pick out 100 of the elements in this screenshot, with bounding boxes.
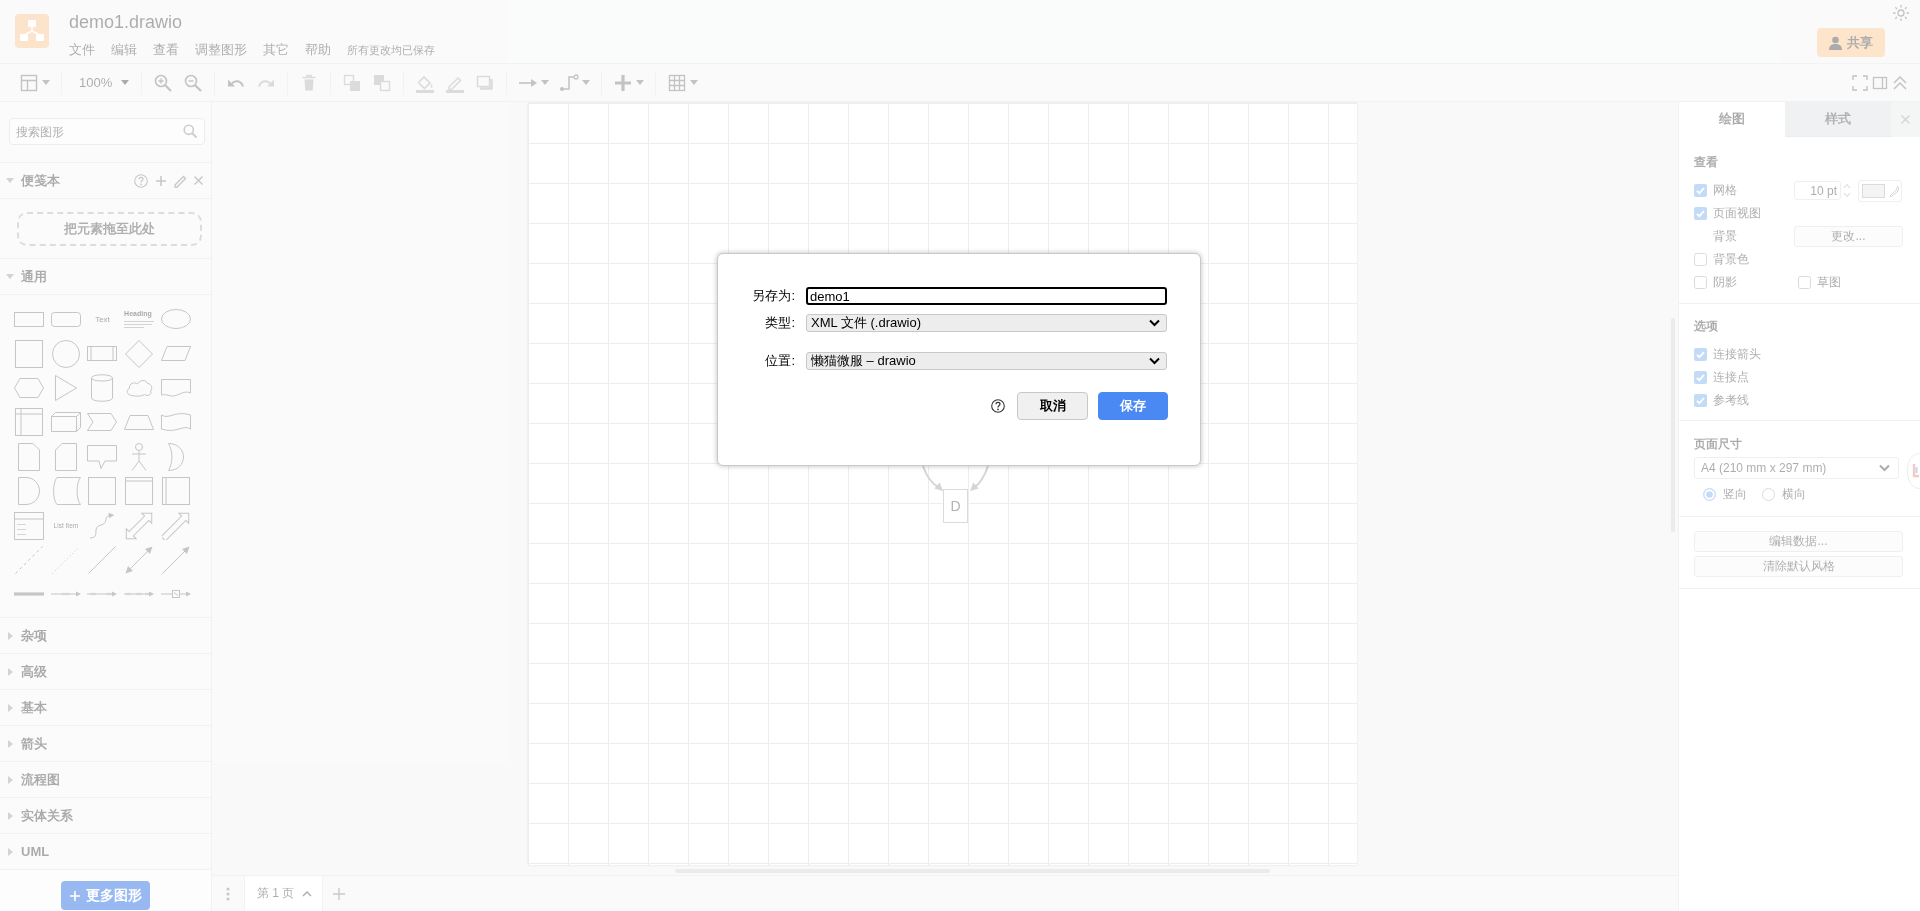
trapezoid-icon[interactable] [124, 414, 155, 430]
caret-up-icon[interactable] [302, 890, 313, 897]
caret-down-icon[interactable] [42, 80, 50, 85]
plus-icon[interactable] [333, 887, 346, 900]
caret-down-icon[interactable] [636, 80, 645, 85]
checkbox[interactable] [1694, 348, 1707, 361]
double-headed-line-icon[interactable] [125, 545, 154, 574]
caret-down-icon[interactable] [541, 80, 550, 85]
menu-item[interactable]: 帮助 [305, 40, 331, 60]
caret-down-icon[interactable] [582, 80, 591, 85]
caret-right-icon[interactable] [7, 811, 13, 820]
rectangle-icon[interactable] [14, 311, 45, 327]
vertical-dots-icon[interactable] [226, 886, 230, 901]
panel-tab[interactable]: 绘图 [1679, 102, 1785, 137]
square-icon[interactable] [88, 477, 117, 506]
arrow-line-icon[interactable] [161, 545, 190, 574]
list-table-icon[interactable] [14, 511, 45, 540]
fullscreen-icon[interactable] [1852, 74, 1868, 91]
table-icon[interactable] [667, 72, 688, 93]
double-chevron-up-icon[interactable] [1892, 74, 1908, 91]
section-title[interactable]: 杂项 [21, 626, 47, 645]
chevron-shape-icon[interactable] [87, 413, 118, 432]
line-icon[interactable] [88, 545, 117, 574]
cut-corner-card-icon[interactable] [54, 442, 77, 471]
checkbox[interactable] [1694, 371, 1707, 384]
double-block-arrow-icon[interactable] [125, 511, 154, 540]
close-icon[interactable] [194, 176, 203, 185]
pencil-icon[interactable] [1889, 184, 1899, 197]
circle-icon[interactable] [51, 339, 80, 368]
color-swatch-icon[interactable] [1862, 183, 1885, 198]
close-icon[interactable] [1901, 115, 1910, 124]
cube-icon[interactable] [50, 412, 81, 433]
color-button[interactable] [1858, 179, 1902, 202]
chevron-down-icon[interactable] [1879, 464, 1890, 472]
more-shapes-button[interactable]: 更多图形 [61, 881, 150, 910]
grid-size-input[interactable]: 10 pt [1794, 181, 1841, 200]
section-title[interactable]: 箭头 [21, 734, 47, 753]
half-round-icon[interactable] [18, 477, 41, 506]
search-field[interactable]: 搜索图形 [9, 118, 205, 145]
section-title[interactable]: UML [21, 844, 50, 859]
caret-down-icon[interactable] [690, 80, 699, 85]
section-title[interactable]: 高级 [21, 662, 47, 681]
help-icon[interactable] [991, 399, 1005, 413]
menu-item[interactable]: 调整图形 [195, 40, 247, 60]
zoom-out-icon[interactable] [183, 72, 204, 93]
zoom-dropdown[interactable]: 100% [68, 68, 136, 97]
section-title[interactable]: 实体关系 [21, 806, 73, 825]
diamond-icon[interactable] [125, 339, 154, 368]
caret-right-icon[interactable] [7, 667, 13, 676]
labeled-connector-icon[interactable] [50, 591, 81, 598]
split-frame-icon[interactable] [161, 477, 190, 506]
triangle-icon[interactable] [54, 374, 77, 401]
labeled-connector-icon[interactable] [87, 591, 118, 598]
checkbox[interactable] [1694, 184, 1707, 197]
filename-input[interactable]: demo1 [806, 287, 1167, 305]
save-button[interactable]: 保存 [1098, 392, 1168, 420]
stick-figure-icon[interactable] [131, 442, 148, 471]
folded-page-icon[interactable] [18, 442, 41, 471]
section-title[interactable]: 流程图 [21, 770, 60, 789]
menu-item[interactable]: 编辑 [111, 40, 137, 60]
rounded-rectangle-icon[interactable] [50, 311, 81, 327]
cloud-icon[interactable] [125, 378, 154, 397]
document-title[interactable]: demo1.drawio [69, 9, 435, 35]
menu-item[interactable]: 其它 [263, 40, 289, 60]
share-button[interactable]: 共享 [1817, 28, 1885, 57]
layout-icon[interactable] [19, 72, 39, 93]
square-icon[interactable] [15, 339, 44, 368]
cylinder-icon[interactable] [91, 373, 114, 402]
section-title[interactable]: 便笺本 [21, 171, 60, 190]
zoom-in-icon[interactable] [153, 72, 174, 93]
section-title[interactable]: 基本 [21, 698, 47, 717]
hexagon-icon[interactable] [14, 377, 45, 398]
wavy-document-icon[interactable] [160, 378, 191, 397]
caret-down-icon[interactable] [121, 80, 130, 85]
caret-right-icon[interactable] [7, 847, 13, 856]
parallelogram-icon[interactable] [160, 346, 191, 362]
checkbox[interactable] [1694, 276, 1707, 289]
dropdown-select[interactable]: 懒猫微服 – drawio [806, 352, 1167, 370]
menu-item[interactable]: 文件 [69, 40, 95, 60]
checkbox[interactable] [1694, 207, 1707, 220]
panel-tab[interactable]: 样式 [1785, 102, 1891, 137]
process-shape-icon[interactable] [87, 346, 118, 362]
page-tab[interactable]: 第 1 页 [244, 876, 324, 911]
caret-down-icon[interactable] [6, 274, 14, 279]
thick-line-icon[interactable] [14, 592, 45, 597]
checkbox[interactable] [1694, 394, 1707, 407]
change-background-button[interactable]: 更改... [1794, 226, 1903, 247]
plus-icon[interactable] [156, 175, 166, 186]
search-icon[interactable] [183, 124, 197, 138]
caret-right-icon[interactable] [7, 703, 13, 712]
section-title[interactable]: 通用 [21, 267, 47, 286]
caret-right-icon[interactable] [7, 739, 13, 748]
radio-button[interactable] [1762, 488, 1775, 501]
speech-bubble-icon[interactable] [87, 444, 118, 469]
wavy-banner-icon[interactable] [160, 412, 191, 433]
radio-button[interactable] [1703, 488, 1716, 501]
connector-symbol-icon[interactable] [160, 590, 191, 599]
labeled-connector-icon[interactable] [124, 591, 155, 598]
checkbox[interactable] [1798, 276, 1811, 289]
curved-arrow-icon[interactable] [89, 512, 116, 539]
